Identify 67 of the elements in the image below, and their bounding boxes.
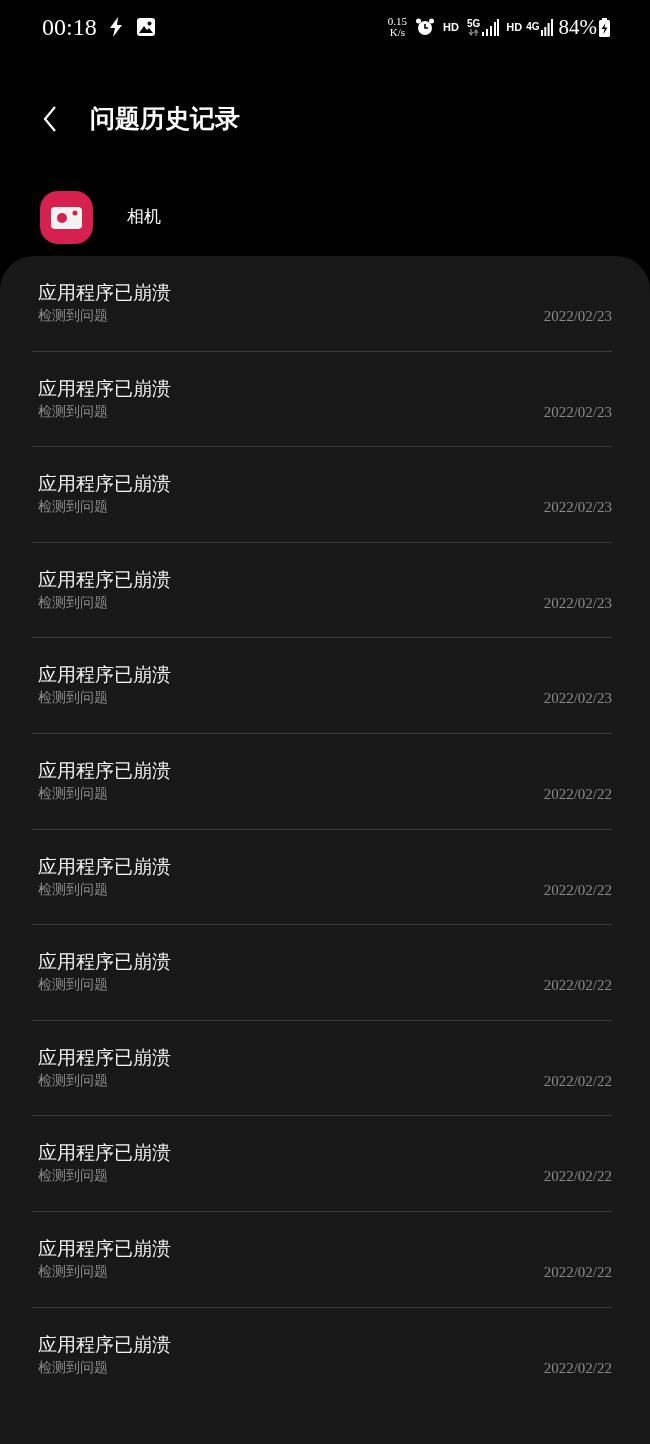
- item-title: 应用程序已崩溃: [38, 567, 171, 592]
- item-date: 2022/02/22: [543, 784, 612, 804]
- alarm-icon: [415, 17, 436, 37]
- item-subtitle: 检测到问题: [38, 689, 108, 708]
- item-date: 2022/02/23: [543, 498, 612, 518]
- item-subtitle: 检测到问题: [38, 784, 108, 803]
- item-date: 2022/02/22: [543, 1358, 612, 1378]
- network-label: 4G: [526, 22, 540, 32]
- signal-icon: [540, 18, 553, 36]
- item-subtitle: 检测到问题: [38, 307, 108, 325]
- hd-label: HD: [443, 19, 459, 35]
- item-title: 应用程序已崩溃: [38, 663, 171, 688]
- item-title: 应用程序已崩溃: [38, 1141, 171, 1166]
- signal-icon: [482, 18, 500, 36]
- item-title: 应用程序已崩溃: [38, 1045, 171, 1070]
- item-date: 2022/02/23: [543, 593, 612, 613]
- camera-app-icon: [40, 190, 93, 244]
- history-item[interactable]: 应用程序已崩溃 检测到问题 2022/02/22: [0, 1020, 650, 1117]
- history-item[interactable]: 应用程序已崩溃 检测到问题 2022/02/22: [0, 829, 650, 926]
- history-item[interactable]: 应用程序已崩溃 检测到问题 2022/02/23: [0, 542, 650, 639]
- history-item[interactable]: 应用程序已崩溃 检测到问题 2022/02/23: [0, 447, 650, 543]
- item-title: 应用程序已崩溃: [38, 1332, 171, 1357]
- history-item[interactable]: 应用程序已崩溃 检测到问题 2022/02/22: [0, 1307, 650, 1404]
- item-title: 应用程序已崩溃: [38, 758, 171, 783]
- item-title: 应用程序已崩溃: [38, 281, 171, 305]
- item-subtitle: 检测到问题: [38, 1167, 108, 1186]
- battery-charging-icon: [599, 17, 610, 37]
- app-name: 相机: [127, 206, 161, 229]
- history-item[interactable]: 应用程序已崩溃 检测到问题 2022/02/22: [0, 925, 650, 1021]
- hd-label: HD: [506, 19, 523, 35]
- data-arrows-icon: [468, 28, 480, 36]
- history-item[interactable]: 应用程序已崩溃 检测到问题 2022/02/23: [0, 638, 650, 734]
- network-speed-unit: K/s: [389, 27, 406, 38]
- item-subtitle: 检测到问题: [38, 1358, 108, 1377]
- history-item[interactable]: 应用程序已崩溃 检测到问题 2022/02/23: [0, 256, 650, 352]
- item-subtitle: 检测到问题: [38, 976, 108, 995]
- item-date: 2022/02/22: [543, 976, 612, 996]
- history-item[interactable]: 应用程序已崩溃 检测到问题 2022/02/23: [0, 351, 650, 448]
- item-title: 应用程序已崩溃: [38, 1236, 171, 1261]
- history-item[interactable]: 应用程序已崩溃 检测到问题 2022/02/22: [0, 1211, 650, 1308]
- network-label: 5G: [466, 18, 481, 29]
- item-subtitle: 检测到问题: [38, 1071, 108, 1090]
- item-subtitle: 检测到问题: [38, 880, 108, 899]
- item-date: 2022/02/22: [543, 880, 612, 900]
- item-title: 应用程序已崩溃: [38, 950, 171, 975]
- item-date: 2022/02/22: [543, 1262, 612, 1282]
- item-date: 2022/02/22: [543, 1071, 612, 1091]
- item-subtitle: 检测到问题: [38, 402, 108, 421]
- item-subtitle: 检测到问题: [38, 498, 108, 517]
- image-icon: [136, 18, 155, 36]
- network-speed: 0.15: [387, 16, 408, 27]
- item-date: 2022/02/23: [543, 402, 612, 422]
- item-subtitle: 检测到问题: [38, 593, 108, 612]
- flash-icon: [108, 17, 123, 37]
- item-date: 2022/02/23: [543, 307, 612, 326]
- history-item[interactable]: 应用程序已崩溃 检测到问题 2022/02/22: [0, 1116, 650, 1212]
- item-title: 应用程序已崩溃: [38, 376, 171, 401]
- item-title: 应用程序已崩溃: [38, 472, 171, 497]
- item-subtitle: 检测到问题: [38, 1262, 108, 1281]
- item-date: 2022/02/22: [543, 1167, 612, 1187]
- item-date: 2022/02/23: [543, 689, 612, 709]
- page-title: 问题历史记录: [90, 103, 240, 134]
- item-title: 应用程序已崩溃: [38, 854, 171, 879]
- clock: 00:18: [42, 15, 97, 39]
- back-icon: [43, 105, 57, 132]
- battery-percentage: 84%: [558, 16, 597, 38]
- history-item[interactable]: 应用程序已崩溃 检测到问题 2022/02/22: [0, 733, 650, 830]
